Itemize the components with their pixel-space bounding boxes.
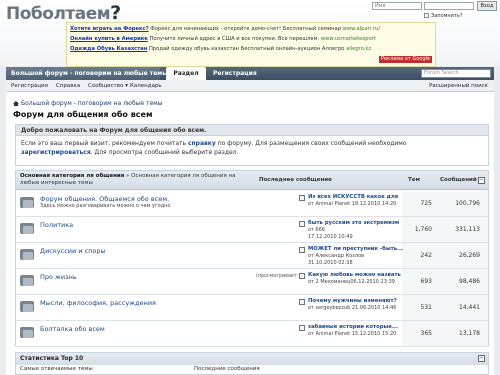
last-post-author[interactable]: от Animal Planet 18.12.2010 14:20 <box>308 201 396 207</box>
stats-heading: Статистика Top 10 <box>16 353 488 365</box>
sub-nav: Регистрация Справка Сообщество ▾ Календа… <box>6 80 494 92</box>
tab-section[interactable]: Раздел <box>166 67 206 80</box>
forum-name-link[interactable]: Болталка обо всем <box>40 325 105 333</box>
post-icon <box>299 325 305 331</box>
breadcrumb[interactable]: Большой форум - поговорим на любые темы <box>13 100 162 107</box>
last-post-author[interactable]: от sergeybezzub 21.06.2010 14:46 <box>308 305 396 311</box>
message-count: 98,486 <box>459 278 480 285</box>
topic-count: 1,760 <box>414 226 432 233</box>
topic-count: 242 <box>420 252 432 259</box>
subnav-calendar[interactable]: Календарь <box>130 80 162 92</box>
forum-description: Здесь можно разговаривать можно о чем уг… <box>40 203 171 209</box>
forum-name-link[interactable]: Дискуссии и споры <box>40 247 106 255</box>
forum-icon <box>20 301 34 312</box>
ad-item[interactable]: Хотите играть на Форекс? Форекс для начи… <box>70 26 380 32</box>
message-count: 331,113 <box>455 226 480 233</box>
login-form: Имя Вход Запомнить? <box>372 1 498 21</box>
col-messages: Сообщений <box>440 177 477 183</box>
post-icon <box>299 195 305 201</box>
message-count: 100,796 <box>455 200 480 207</box>
last-post-author[interactable]: от Александр Козлов <box>308 253 364 259</box>
forum-icon <box>20 223 34 234</box>
ad-item[interactable]: Онлайн купить в Америке Получите личный … <box>70 36 376 42</box>
welcome-box: Добро пожаловать на Форум для общения об… <box>15 124 489 166</box>
last-post-author[interactable]: от 666 <box>308 227 325 233</box>
password-input[interactable] <box>424 2 474 10</box>
subnav-advanced-search[interactable]: Расширенный поиск <box>429 80 488 92</box>
post-icon <box>299 273 305 279</box>
last-post-date: 31.10.2010 02:38 <box>308 260 353 266</box>
forum-name-link[interactable]: Форум общения. Общаемся обо всем. <box>40 195 169 203</box>
forum-icon <box>20 275 34 286</box>
stats-col-latest-posts: Последние сообщения <box>194 366 260 372</box>
welcome-heading: Добро пожаловать на Форум для общения об… <box>16 125 488 136</box>
site-header: Поболтаем? Имя Вход Запомнить? Хотите иг… <box>0 0 500 67</box>
ad-block: Хотите играть на Форекс? Форекс для начи… <box>66 22 436 67</box>
remember-me-checkbox[interactable]: Запомнить? <box>424 13 462 19</box>
last-post-title-link[interactable]: забавные истории которые... <box>308 324 398 330</box>
collapse-icon[interactable]: − <box>478 177 485 184</box>
forum-icon <box>20 327 34 338</box>
post-icon <box>299 247 305 253</box>
forum-row[interactable]: Про жизнь (просматривает: 1) Какую любовь … <box>16 269 488 295</box>
last-post-author[interactable]: от 2 Мехоманец06.12.2010 23:39 <box>308 279 395 285</box>
forum-viewing: (просматривает: 1) <box>256 274 305 279</box>
stats-col-most-replied: Самые отвечаемые темы <box>20 366 93 372</box>
last-post-title-link[interactable]: Почему мужчины изменяют? <box>308 298 397 304</box>
login-button[interactable]: Вход <box>477 1 497 11</box>
remember-label: Запомнить? <box>431 13 463 19</box>
forum-table: Основная категория ля общения » Основная… <box>15 170 489 347</box>
topic-count: 725 <box>420 200 432 207</box>
forum-table-header: Основная категория ля общения » Основная… <box>16 171 488 190</box>
logo-mark: ? <box>110 2 121 24</box>
last-post-title-link[interactable]: быть русским это экстремизм <box>308 220 399 226</box>
site-logo[interactable]: Поболтаем? <box>6 2 121 24</box>
checkbox-icon[interactable] <box>424 13 429 18</box>
forum-row[interactable]: Форум общения. Общаемся обо всем. Здесь м… <box>16 191 488 217</box>
subnav-help[interactable]: Справка <box>56 80 80 92</box>
topic-count: 531 <box>420 304 432 311</box>
last-post-title-link[interactable]: Какую любовь можно назвать <box>308 272 401 278</box>
forum-name-link[interactable]: Про жизнь <box>40 273 77 281</box>
subnav-community[interactable]: Сообщество ▾ <box>88 80 128 92</box>
forum-row[interactable]: Болталка обо всем забавные истории которы… <box>16 321 488 347</box>
topic-count: 365 <box>420 330 432 337</box>
post-icon <box>299 299 305 305</box>
last-post-author[interactable]: от Animal Planet 15.12.2010 15:20 <box>308 331 396 337</box>
search-input[interactable]: Forum Search <box>421 69 491 78</box>
col-topics: Тем <box>408 177 420 183</box>
message-count: 13,178 <box>459 330 480 337</box>
forum-icon <box>20 249 34 260</box>
category-title[interactable]: Основная категория ля общения » Основная… <box>20 173 256 187</box>
forum-row[interactable]: Дискуссии и споры МОЖЕТ ли преступник -бы… <box>16 243 488 269</box>
ad-item[interactable]: Одежда Обувь Казахстан Продай одежду обу… <box>70 46 371 52</box>
topic-count: 693 <box>420 278 432 285</box>
forum-icon <box>20 197 34 208</box>
forum-name-link[interactable]: Мысли, философия, рассуждения <box>40 299 156 307</box>
forum-name-link[interactable]: Политика <box>40 221 73 229</box>
home-icon[interactable] <box>13 101 19 106</box>
username-input[interactable]: Имя <box>372 2 422 10</box>
welcome-text: Если это ваш первый визит, рекомендуем п… <box>21 140 407 156</box>
help-link[interactable]: справку <box>188 140 216 147</box>
col-last-post: Последнее сообщение <box>259 177 332 183</box>
page-title: Форум для общения обо всем <box>13 110 153 119</box>
ads-by-google[interactable]: Реклама от Google <box>379 56 432 63</box>
last-post-title-link[interactable]: Из всех ИСКУССТВ какое для <box>308 194 398 200</box>
main-content: Большой форум - поговорим на любые темы … <box>6 92 494 375</box>
forum-row[interactable]: Политика быть русским это экстремизм от 66… <box>16 217 488 243</box>
collapse-icon[interactable]: − <box>478 355 485 362</box>
main-nav: Большой форум - поговорим на любые темы … <box>6 67 494 80</box>
message-count: 14,441 <box>459 304 480 311</box>
post-icon <box>299 221 305 227</box>
message-count: 26,269 <box>459 252 480 259</box>
register-link[interactable]: зарегистрироваться <box>21 149 91 156</box>
stats-box: Статистика Top 10 − Самые отвечаемые тем… <box>15 352 489 375</box>
last-post-title-link[interactable]: МОЖЕТ ли преступник -быть... <box>308 246 403 252</box>
tab-register[interactable]: Регистрация <box>208 67 260 80</box>
subnav-register[interactable]: Регистрация <box>11 80 48 92</box>
tab-forum-home[interactable]: Большой форум - поговорим на любые темы <box>6 67 168 80</box>
forum-row[interactable]: Мысли, философия, рассуждения Почему мужч… <box>16 295 488 321</box>
last-post-date: 17.12.2010 10:49 <box>308 234 353 240</box>
